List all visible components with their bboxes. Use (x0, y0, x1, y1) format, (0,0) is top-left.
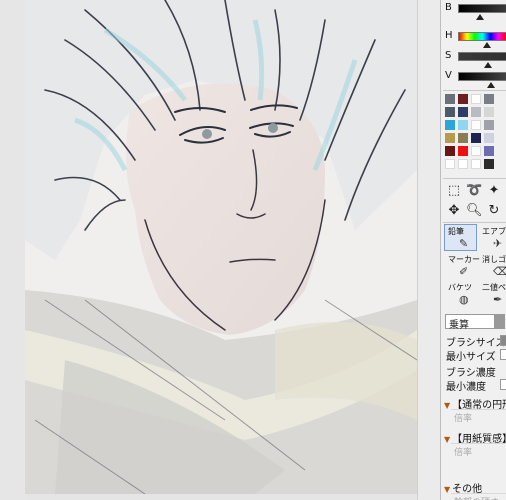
brush-binary-pen[interactable]: 二値ペン✒ (478, 280, 506, 307)
character-illustration (25, 0, 417, 494)
slider-track[interactable] (458, 72, 506, 81)
slider-thumb[interactable] (476, 14, 485, 20)
color-swatch[interactable] (458, 159, 468, 169)
rect-select-icon[interactable]: ⬚ (446, 183, 462, 199)
collapse-icon: ▼ (444, 435, 451, 444)
divider (451, 443, 506, 444)
slider-label: H (445, 30, 453, 41)
divider (451, 493, 506, 494)
magic-wand-icon[interactable]: ✦ (486, 183, 502, 199)
brush-label: マーカー (448, 255, 480, 264)
color-swatch[interactable] (484, 107, 494, 117)
lasso-select-icon[interactable]: ➰ (466, 183, 482, 199)
color-swatch[interactable] (445, 107, 455, 117)
slider-track[interactable] (458, 32, 506, 41)
move-icon[interactable]: ✥ (446, 203, 462, 219)
slider-track[interactable] (458, 4, 506, 13)
canvas-background (0, 0, 25, 500)
color-swatch[interactable] (471, 133, 481, 143)
collapse-icon: ▼ (444, 401, 451, 410)
artwork-canvas[interactable] (25, 0, 417, 494)
color-swatch[interactable] (458, 120, 468, 130)
slider-b[interactable]: B (441, 0, 506, 22)
brush-label: 消しゴム (482, 255, 506, 264)
brush-marker[interactable]: マーカー ✐ (444, 252, 480, 279)
blend-mode-select[interactable]: 乗算 (445, 314, 505, 331)
color-swatch[interactable] (471, 120, 481, 130)
brush-eraser[interactable]: 消しゴム⌫ (478, 252, 506, 279)
color-swatch[interactable] (471, 159, 481, 169)
divider (443, 90, 506, 91)
color-swatch[interactable] (445, 133, 455, 143)
canvas-scroll-strip[interactable] (417, 0, 440, 500)
brush-label: エアブラ (482, 227, 506, 236)
pencil-icon: ✎ (459, 237, 469, 250)
slider-label: S (445, 50, 452, 61)
color-swatch[interactable] (484, 120, 494, 130)
slider-label: B (445, 2, 452, 13)
color-swatch-grid (445, 92, 506, 174)
slider-label: V (445, 70, 452, 81)
brush-label: 鉛筆 (448, 227, 464, 236)
divider (443, 222, 506, 223)
section-sub-label: 倍率 (454, 414, 473, 424)
brush-airbrush[interactable]: エアブラ✈ (478, 224, 506, 251)
slider-h[interactable]: H (441, 28, 506, 50)
color-swatch[interactable] (458, 133, 468, 143)
rotate-icon[interactable]: ↻ (486, 203, 502, 219)
zoom-icon[interactable]: 🔍︎ (466, 203, 483, 219)
color-swatch[interactable] (458, 94, 468, 104)
canvas-area[interactable] (0, 0, 440, 500)
collapse-icon: ▼ (444, 485, 451, 494)
property-value-box[interactable] (500, 379, 506, 390)
color-swatch[interactable] (458, 107, 468, 117)
airbrush-icon: ✈ (493, 237, 503, 250)
eraser-icon: ⌫ (493, 265, 506, 278)
property-label: 最小濃度 (446, 382, 486, 393)
tool-panel: BHSV ⬚ ➰ ✦ ✥ 🔍︎ ↻ 鉛筆✎エアブラ✈マーカー✐消しゴム⌫バケツ◍… (440, 0, 506, 500)
slider-track[interactable] (458, 52, 506, 61)
divider (443, 178, 506, 179)
color-swatch[interactable] (445, 159, 455, 169)
bucket-icon: ◍ (459, 293, 469, 306)
color-swatch[interactable] (484, 133, 494, 143)
color-swatch[interactable] (445, 120, 455, 130)
marker-icon: ✐ (459, 265, 469, 278)
color-swatch[interactable] (445, 146, 455, 156)
slider-thumb[interactable] (487, 82, 496, 88)
property-value-box[interactable] (500, 335, 506, 346)
property-label: ブラシサイズ (446, 338, 506, 349)
color-swatch[interactable] (471, 107, 481, 117)
slider-v[interactable]: V (441, 68, 506, 90)
blend-mode-value: 乗算 (449, 320, 469, 331)
section-sub-label: 倍率 (454, 448, 473, 458)
property-value-box[interactable] (500, 349, 506, 360)
color-swatch[interactable] (484, 146, 494, 156)
color-swatch[interactable] (471, 146, 481, 156)
binary-pen-icon: ✒ (493, 293, 503, 306)
chevron-down-icon (494, 315, 504, 328)
section-sub-label: 輪郭の硬さ (454, 495, 499, 500)
property-label: ブラシ濃度 (446, 368, 496, 379)
color-swatch[interactable] (445, 94, 455, 104)
color-swatch[interactable] (484, 159, 494, 169)
brush-bucket[interactable]: バケツ ◍ (444, 280, 477, 307)
divider (451, 409, 506, 410)
slider-s[interactable]: S (441, 48, 506, 70)
color-swatch[interactable] (484, 94, 494, 104)
brush-label: 二値ペン (482, 283, 506, 292)
brush-pencil[interactable]: 鉛筆 ✎ (444, 224, 477, 251)
property-label: 最小サイズ (446, 352, 496, 363)
brush-label: バケツ (448, 283, 472, 292)
color-swatch[interactable] (471, 94, 481, 104)
color-swatch[interactable] (458, 146, 468, 156)
